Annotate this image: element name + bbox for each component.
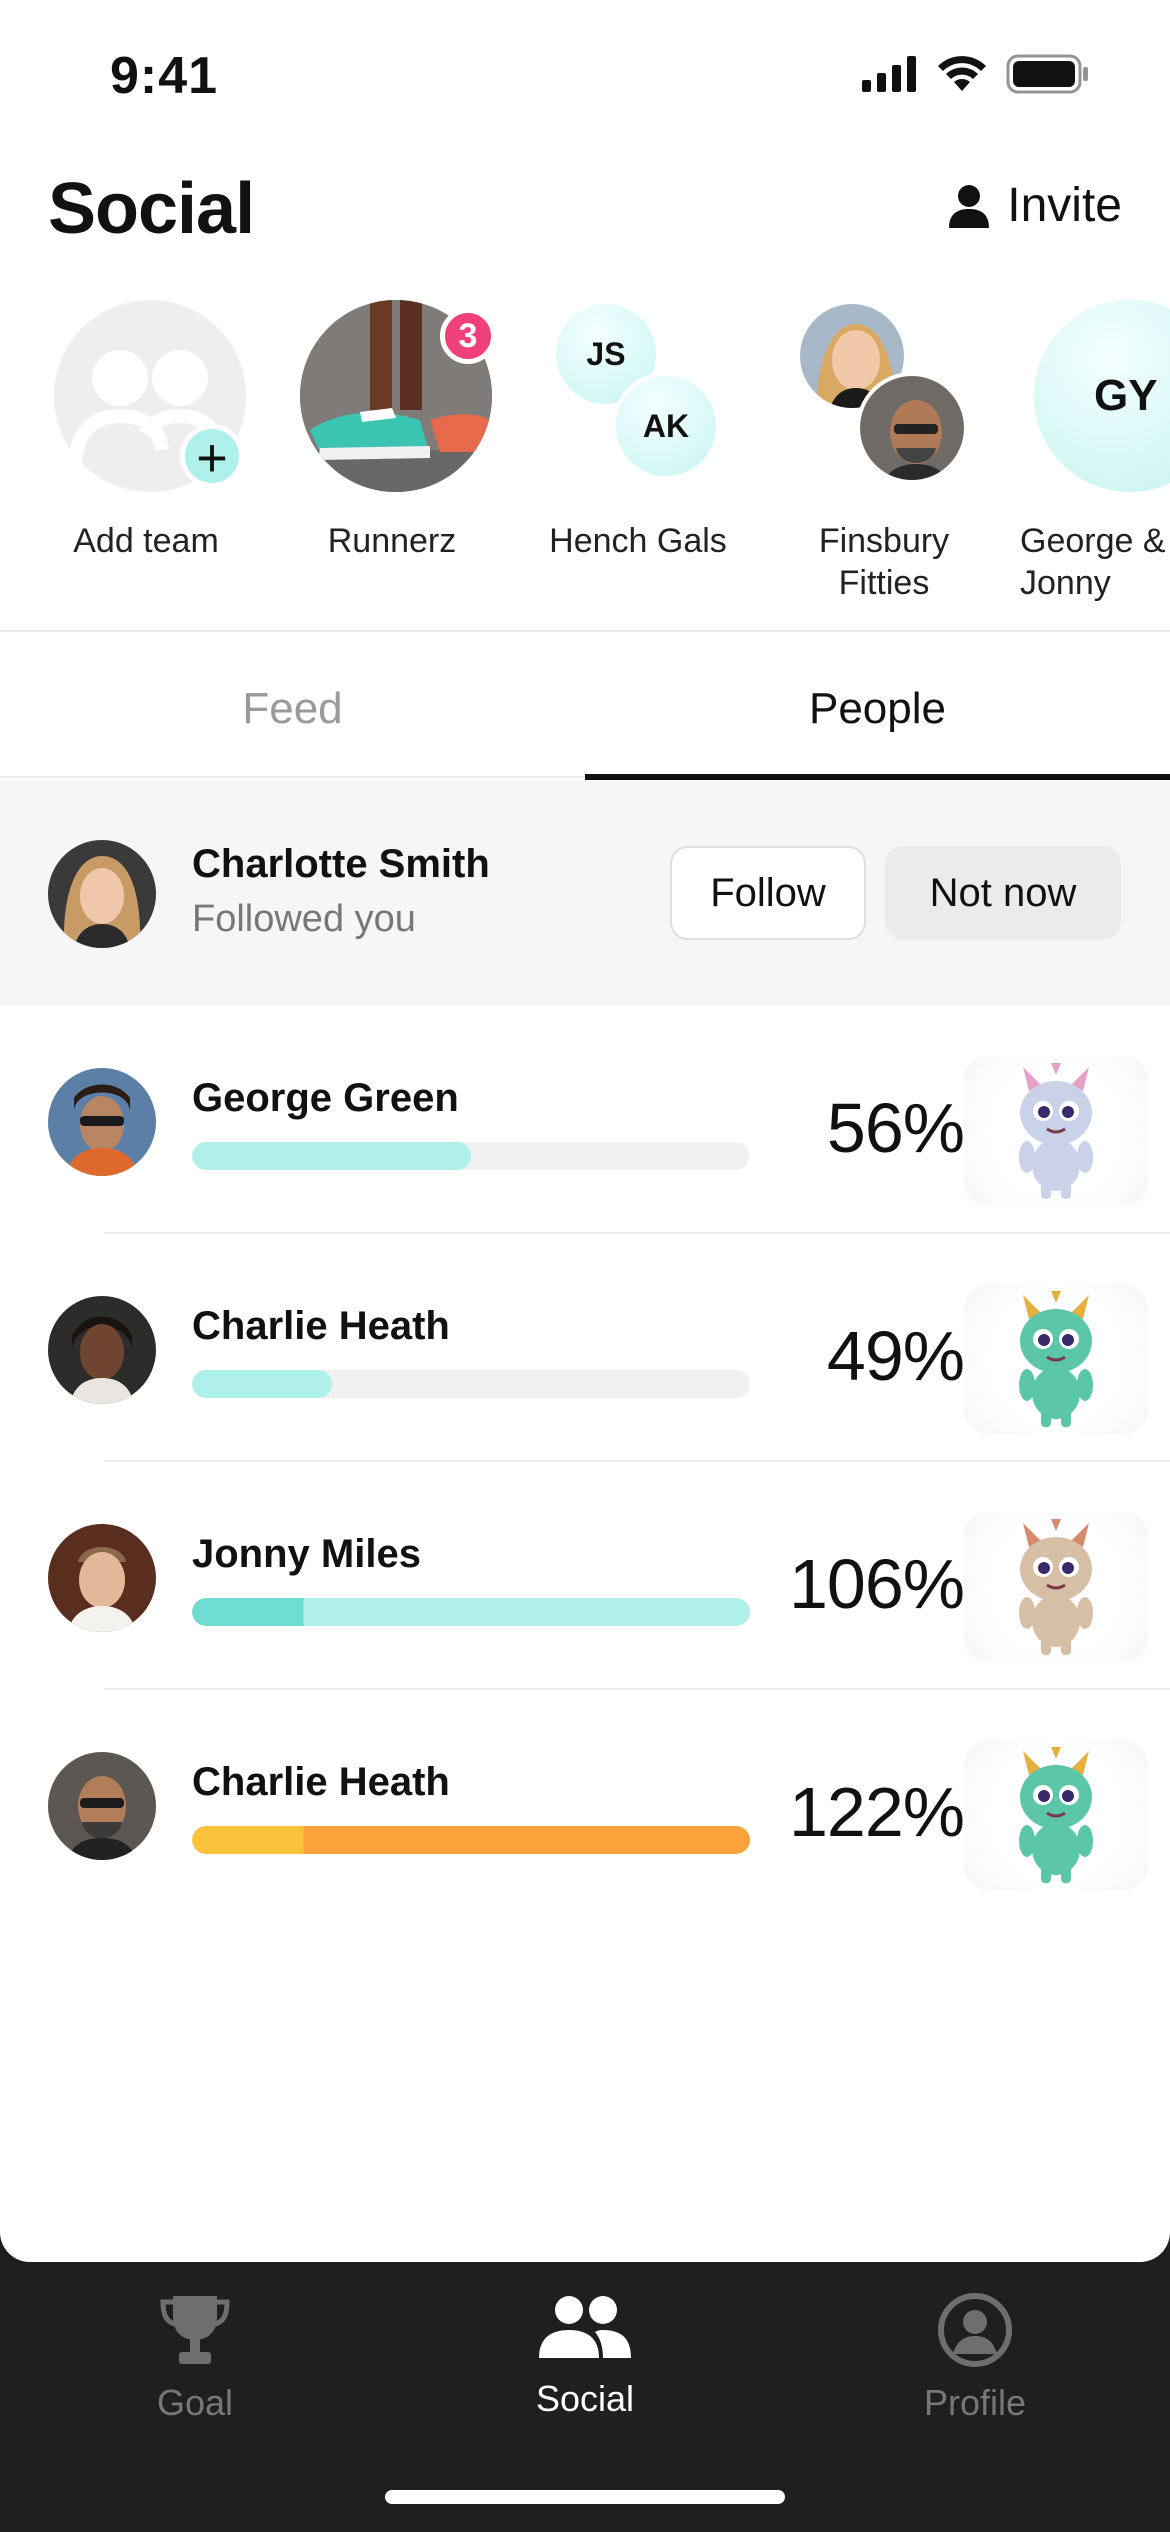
nav-label: Profile <box>923 2382 1027 2423</box>
progress-fill <box>192 1826 750 1854</box>
progress-bar <box>192 1370 750 1398</box>
progress-bar <box>192 1826 750 1854</box>
progress-fill <box>192 1370 332 1398</box>
avatar <box>48 1752 156 1860</box>
divider <box>0 630 1170 632</box>
invite-label: Invite <box>1007 179 1122 232</box>
tab-people[interactable]: People <box>585 640 1170 778</box>
nav-label: Social <box>535 2378 635 2419</box>
status-icons <box>862 54 1090 94</box>
person-name: Charlie Heath <box>192 1304 450 1348</box>
person-name: Jonny Miles <box>192 1532 421 1576</box>
list-item[interactable]: George Green 56% <box>0 1006 1170 1234</box>
profile-icon <box>938 2293 1012 2367</box>
trophy-icon <box>160 2296 230 2364</box>
progress-fill <box>192 1142 471 1170</box>
nav-social[interactable]: Social <box>390 2292 780 2420</box>
progress-percent: 122% <box>788 1773 965 1851</box>
not-now-button[interactable]: Not now <box>885 846 1121 940</box>
mascot-icon <box>964 1512 1148 1662</box>
person-name: Charlie Heath <box>192 1760 450 1804</box>
monster-mascot <box>1019 1519 1093 1655</box>
invite-button[interactable]: Invite <box>949 178 1122 233</box>
list-item[interactable]: Jonny Miles 106% <box>0 1462 1170 1690</box>
team-label: George & Jonny <box>1020 522 1166 602</box>
avatar <box>48 840 156 948</box>
nav-profile[interactable]: Profile <box>780 2292 1170 2424</box>
team-label: Finsbury Fitties <box>818 522 950 602</box>
team-avatar: GY <box>1034 300 1170 492</box>
monster-mascot <box>1019 1747 1093 1883</box>
battery-icon <box>1006 54 1088 94</box>
mascot-icon <box>964 1056 1148 1206</box>
progress-bar <box>192 1598 750 1626</box>
screen: 9:41 Social Invite + Add team 3 Runnerz … <box>0 0 1170 2262</box>
mascot-icon <box>964 1284 1148 1434</box>
team-label: Add team <box>73 522 219 560</box>
nav-goal[interactable]: Goal <box>0 2292 390 2424</box>
wifi-icon <box>938 56 986 91</box>
team-label: Hench Gals <box>549 522 727 560</box>
follow-request: Charlotte Smith Followed you Follow Not … <box>0 780 1170 1006</box>
signal-icon <box>862 56 916 92</box>
nav-label: Goal <box>156 2382 234 2423</box>
status-time: 9:41 <box>110 47 219 105</box>
progress-bar <box>192 1142 750 1170</box>
avatar <box>48 1296 156 1404</box>
team-initials: GY <box>1094 371 1158 420</box>
follow-button[interactable]: Follow <box>670 846 866 940</box>
person-icon <box>949 184 990 228</box>
avatar <box>48 1524 156 1632</box>
requester-subtitle: Followed you <box>192 898 416 940</box>
plus-icon: + <box>180 424 244 488</box>
team-label: Runnerz <box>327 522 457 560</box>
monster-mascot <box>1019 1063 1093 1199</box>
progress-percent: 49% <box>826 1317 965 1395</box>
progress-percent: 106% <box>788 1545 965 1623</box>
member-initials: AK <box>612 372 720 480</box>
monster-mascot <box>1019 1291 1093 1427</box>
page-title: Social <box>48 169 255 249</box>
tab-feed[interactable]: Feed <box>0 640 585 778</box>
home-indicator <box>385 2490 785 2504</box>
mascot-icon <box>964 1740 1148 1890</box>
member-avatar <box>856 372 968 484</box>
person-name: George Green <box>192 1076 459 1120</box>
teams-row: + Add team 3 Runnerz JS AK Hench Gals Fi… <box>0 300 1170 630</box>
progress-percent: 56% <box>826 1089 965 1167</box>
list-item[interactable]: Charlie Heath 122% <box>0 1690 1170 1918</box>
list-item[interactable]: Charlie Heath 49% <box>0 1234 1170 1462</box>
progress-fill <box>192 1598 750 1626</box>
avatar <box>48 1068 156 1176</box>
requester-name: Charlotte Smith <box>192 842 490 886</box>
notification-badge: 3 <box>440 308 496 364</box>
status-bar: 9:41 <box>0 0 1170 150</box>
people-icon <box>539 2296 631 2358</box>
